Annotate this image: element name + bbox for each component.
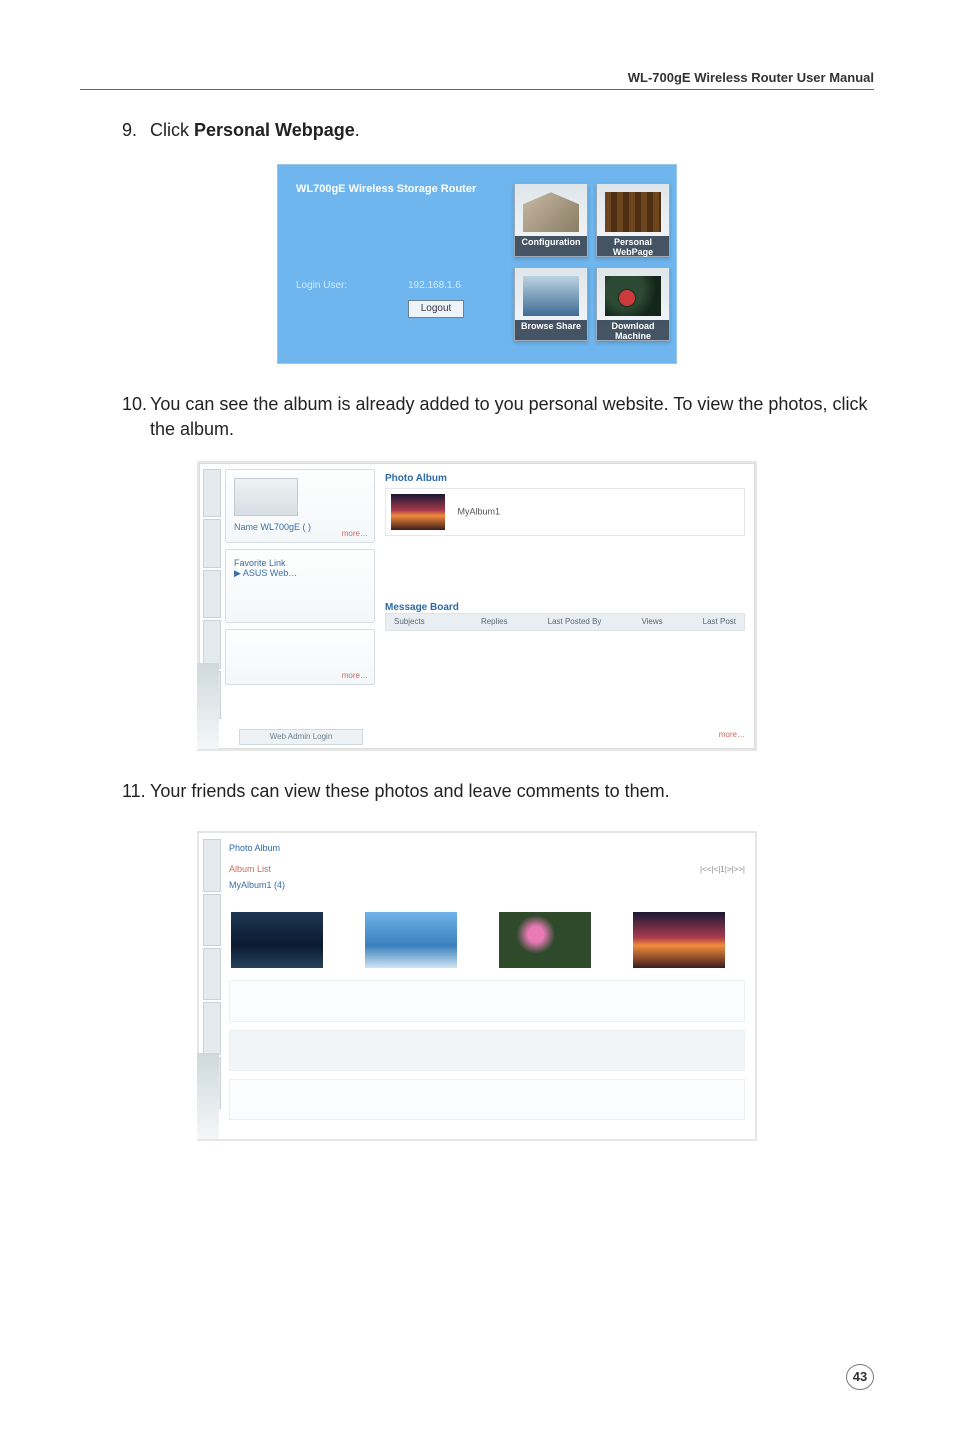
step-10-text: You can see the album is already added t… [150,394,867,438]
tile-personal-webpage[interactable]: Personal WebPage [596,183,670,257]
col-last-posted-by: Last Posted By [548,617,602,626]
asus-logo [197,663,219,749]
col-subjects: Subjects [394,617,441,626]
step-9-bold: Personal Webpage [194,120,355,140]
step-11-text: Your friends can view these photos and l… [150,781,670,801]
page-number: 43 [846,1364,874,1390]
info-card: Name WL700gE ( ) more… [225,469,375,543]
col-views: Views [641,617,662,626]
info-name-value: WL700gE ( ) [261,522,312,532]
photo-album-heading: Photo Album [385,473,745,484]
web-admin-login-button[interactable]: Web Admin Login [239,729,363,745]
record-icon [619,290,635,306]
side-tab[interactable] [203,948,221,1000]
photo-thumbnail[interactable] [499,912,591,968]
step-11-number: 11. [122,779,146,803]
step-9-number: 9. [122,118,137,142]
tile-download-machine[interactable]: Download Machine [596,267,670,341]
step-9-suffix: . [355,120,360,140]
router-title: WL700gE Wireless Storage Router [296,183,476,195]
album-thumbnail [391,494,445,530]
tile-browse-share-label: Browse Share [515,320,587,340]
album-row[interactable]: MyAlbum1 [385,488,745,536]
album-name: MyAlbum1 [458,506,501,516]
col-replies: Replies [481,617,508,626]
tile-browse-share[interactable]: Browse Share [514,267,588,341]
side-tab[interactable] [203,519,221,567]
comment-row [229,1030,745,1071]
screenshot-router-home: WL700gE Wireless Storage Router Login Us… [277,164,677,364]
asus-logo [197,1053,219,1139]
step-9: 9. Click Personal Webpage. [80,118,874,142]
step-11: 11. Your friends can view these photos a… [80,779,874,803]
step-10: 10. You can see the album is already add… [80,392,874,441]
message-board-header-row: Subjects Replies Last Posted By Views La… [385,613,745,631]
pagination-controls[interactable]: |<<|<|1|>|>>| [229,865,745,874]
comments-area [229,980,745,1120]
photo-thumbnail[interactable] [365,912,457,968]
photo-album-heading: Photo Album [229,843,745,853]
favorite-link-card: Favorite Link ▶ ASUS Web… [225,549,375,623]
login-ip: 192.168.1.6 [408,280,461,291]
photo-thumbnails-row [229,908,745,972]
message-board-heading: Message Board [385,602,745,613]
breadcrumb-album-list[interactable]: Album List [229,864,271,874]
favorite-link-heading: Favorite Link [234,558,366,568]
more-link[interactable]: more… [719,730,745,739]
screenshot-album-view: Photo Album Album List |<<|<|1|>|>>| MyA… [197,831,757,1141]
page-header: WL-700gE Wireless Router User Manual [80,70,874,90]
tile-configuration[interactable]: Configuration [514,183,588,257]
side-tab[interactable] [203,1002,221,1054]
step-10-number: 10. [122,392,147,416]
tile-configuration-label: Configuration [515,236,587,256]
logout-button[interactable]: Logout [408,300,464,318]
side-tab[interactable] [203,570,221,618]
comment-row [229,980,745,1021]
login-user-label: Login User: [296,280,347,291]
side-tab[interactable] [203,839,221,891]
album-title: MyAlbum1 (4) [229,880,745,890]
favorite-link-item[interactable]: ▶ ASUS Web… [234,568,366,579]
more-link[interactable]: more… [342,671,368,680]
side-tab[interactable] [203,620,221,668]
side-tab[interactable] [203,894,221,946]
photo-thumbnail[interactable] [231,912,323,968]
side-tab[interactable] [203,469,221,517]
col-last-post: Last Post [703,617,736,626]
screenshot-personal-website: Name WL700gE ( ) more… Favorite Link ▶ A… [197,461,757,751]
step-9-prefix: Click [150,120,194,140]
more-link[interactable]: more… [342,529,368,538]
photo-thumbnail[interactable] [633,912,725,968]
router-image [234,478,298,516]
comment-row [229,1079,745,1120]
tile-personal-webpage-label: Personal WebPage [597,236,669,256]
blank-card: more… [225,629,375,685]
tile-download-machine-label: Download Machine [597,320,669,340]
info-name-label: Name [234,522,258,532]
